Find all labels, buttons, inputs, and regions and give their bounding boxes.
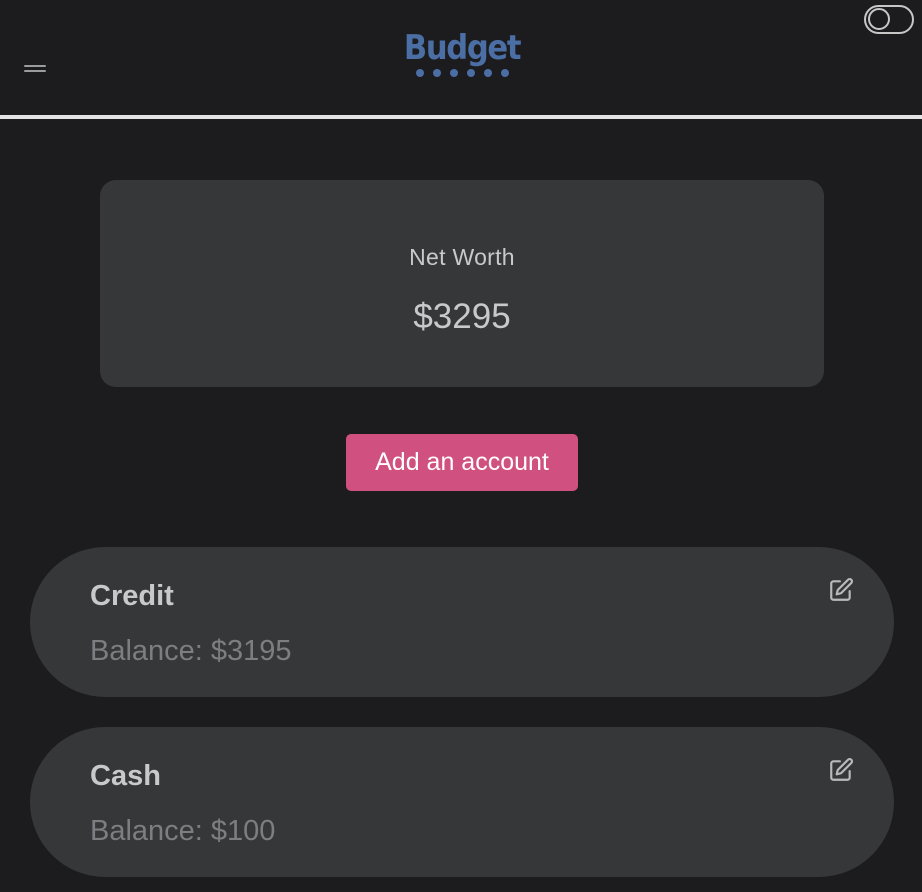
- app-header: Budget: [0, 0, 922, 115]
- logo-dots: [395, 69, 529, 77]
- account-balance: Balance: $100: [90, 815, 276, 847]
- header-divider: [0, 115, 922, 119]
- logo-text: Budget: [403, 28, 522, 68]
- net-worth-label: Net Worth: [409, 244, 515, 270]
- logo-dot: [415, 69, 424, 77]
- menu-button[interactable]: [18, 56, 52, 80]
- logo-dot: [432, 69, 441, 77]
- edit-icon: [830, 578, 853, 601]
- hamburger-menu-icon-line: [24, 70, 46, 72]
- theme-toggle-icon: [868, 8, 890, 30]
- edit-account-button[interactable]: [828, 757, 854, 783]
- app-logo[interactable]: Budget: [395, 28, 529, 88]
- add-account-button[interactable]: Add an account: [346, 434, 578, 491]
- net-worth-card: Net Worth $3295: [100, 180, 824, 387]
- edit-icon: [830, 758, 853, 781]
- logo-dot: [500, 69, 509, 77]
- account-balance: Balance: $3195: [90, 635, 292, 667]
- logo-dot: [466, 69, 475, 77]
- edit-account-button[interactable]: [828, 577, 854, 603]
- logo-dot: [483, 69, 492, 77]
- theme-toggle[interactable]: [864, 5, 914, 34]
- account-card[interactable]: Cash Balance: $100: [30, 727, 894, 877]
- account-card[interactable]: Credit Balance: $3195: [30, 547, 894, 697]
- net-worth-value: $3295: [413, 297, 511, 336]
- logo-dot: [449, 69, 458, 77]
- account-name: Credit: [90, 580, 174, 612]
- hamburger-menu-icon: [24, 65, 46, 67]
- account-name: Cash: [90, 760, 161, 792]
